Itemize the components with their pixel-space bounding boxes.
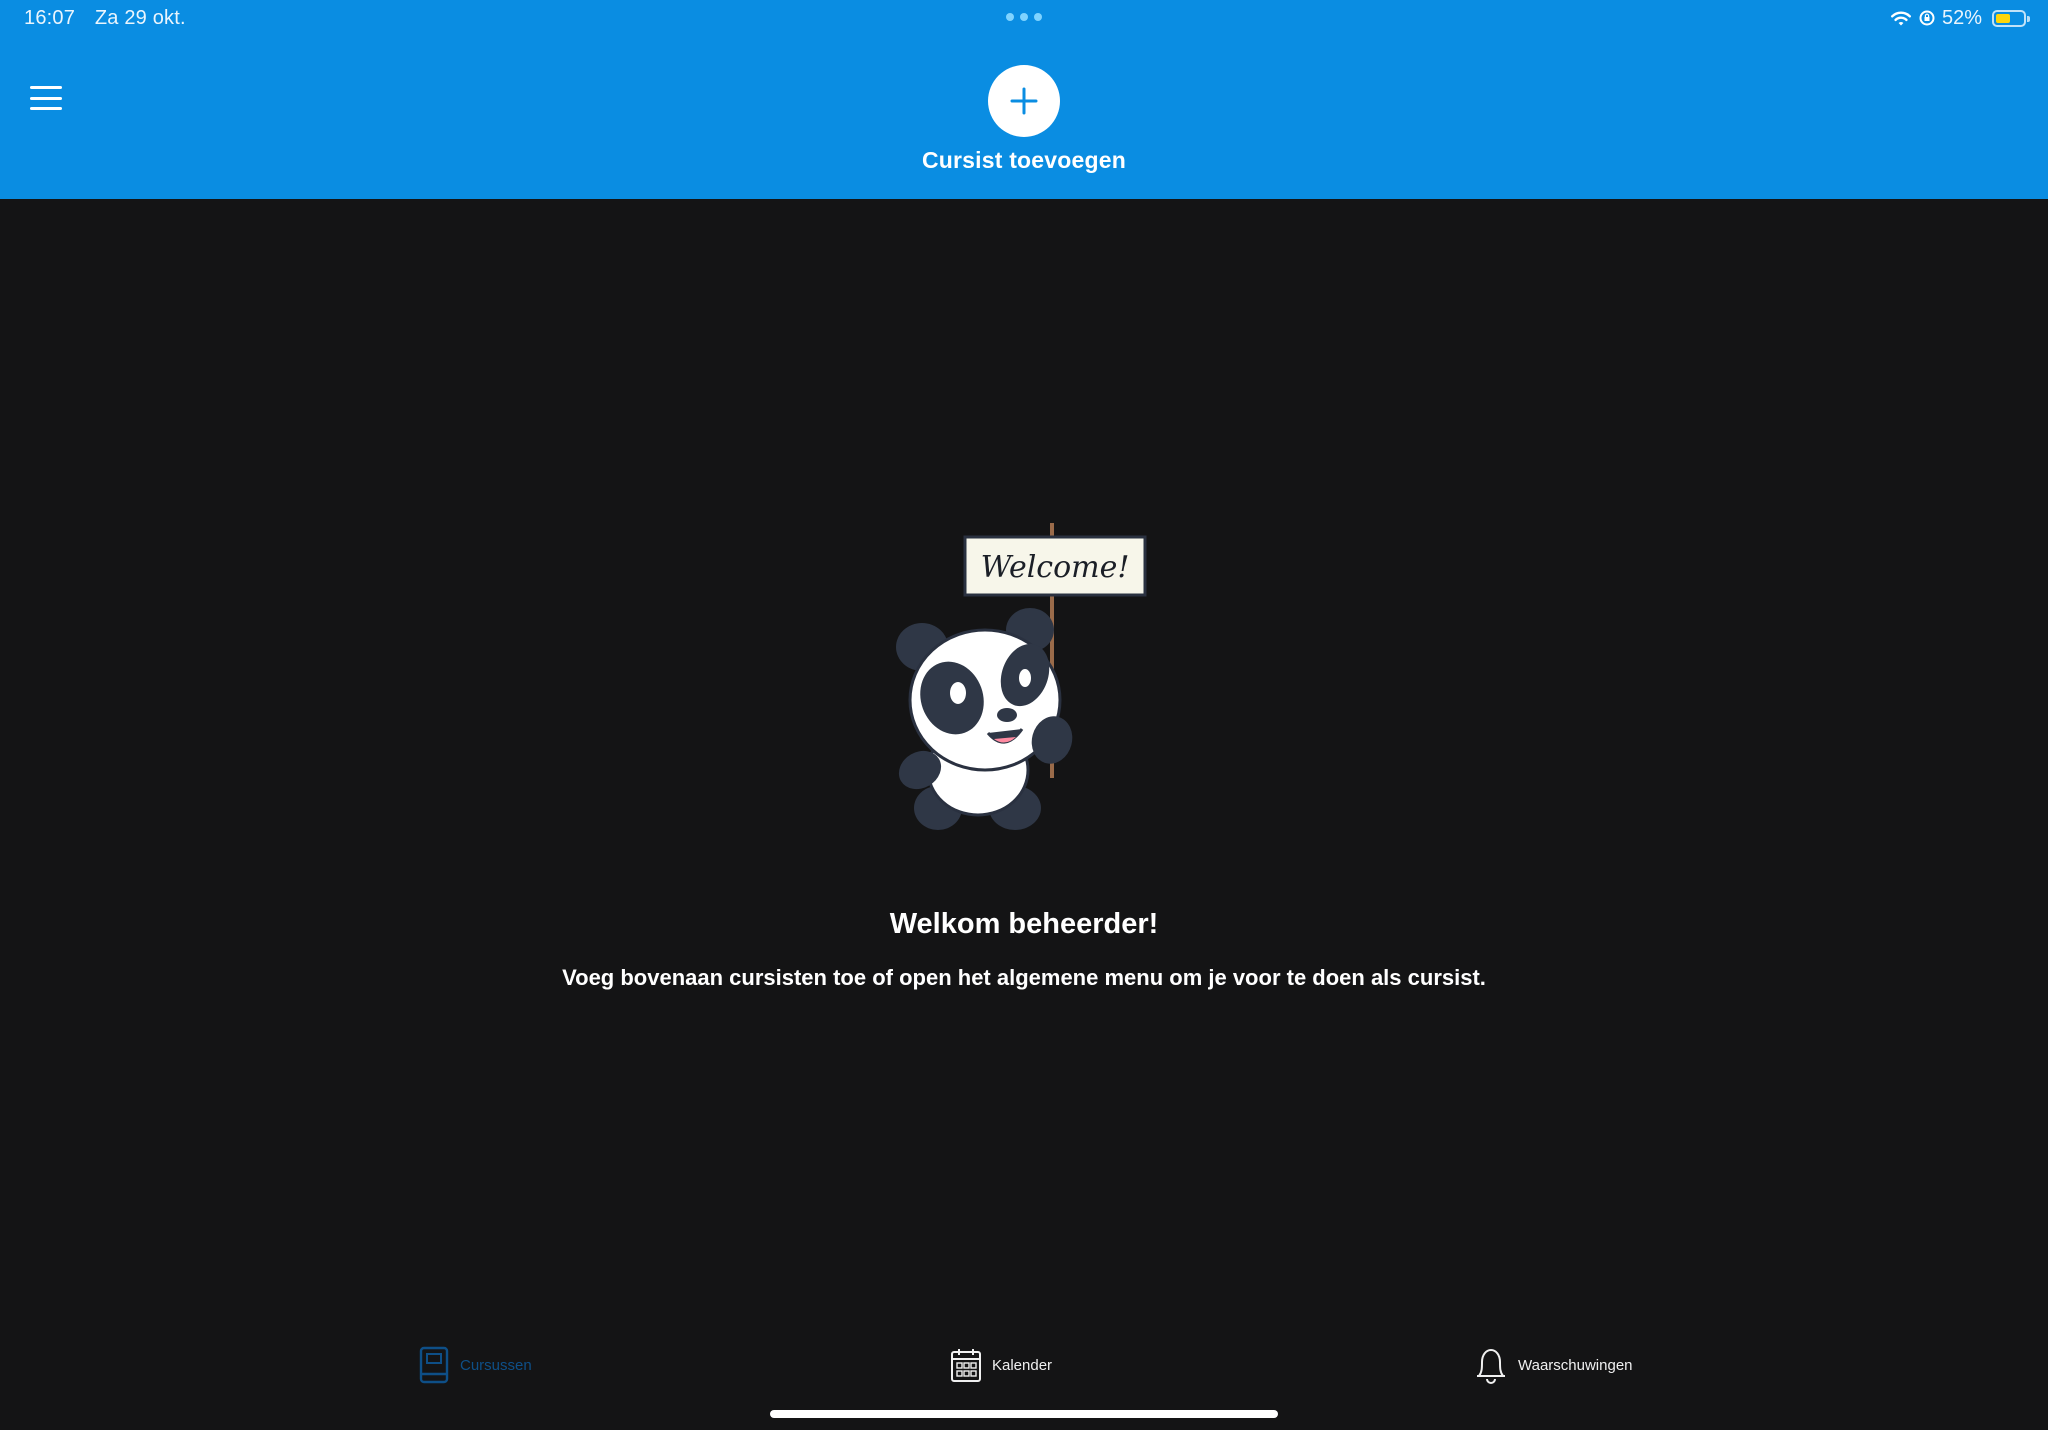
status-time: 16:07 [24,7,76,29]
battery-icon [1992,9,2030,27]
tab-courses-label: Cursussen [460,1356,532,1374]
tab-warnings[interactable]: Waarschuwingen [1474,1345,1633,1385]
status-bar-left: 16:07 Za 29 okt. [24,7,200,30]
panda-welcome-illustration: Welcome! [896,523,1147,830]
app-screen: 16:07 Za 29 okt. 52% Cursist toevoegen W… [0,0,2048,1430]
tab-calendar-label: Kalender [992,1356,1053,1374]
welcome-sign-text: Welcome! [981,550,1130,585]
multitasking-dots-icon[interactable] [1006,13,1042,21]
home-indicator[interactable] [770,1410,1278,1418]
calendar-icon [951,1349,981,1382]
welcome-title: Welkom beheerder! [889,908,1159,940]
welcome-message: Voeg bovenaan cursisten toe of open het … [562,965,1486,990]
add-student-button[interactable] [988,65,1060,137]
tab-calendar[interactable]: Kalender [950,1345,1052,1385]
tab-courses[interactable]: Cursussen [418,1345,532,1385]
tab-warnings-label: Waarschuwingen [1518,1356,1633,1374]
status-bar-right: 52% [1890,6,2030,30]
bell-icon [1477,1349,1505,1384]
book-icon [419,1346,449,1384]
add-student-label[interactable]: Cursist toevoegen [824,147,1224,174]
wifi-icon [1890,11,1911,26]
battery-percentage: 52% [1941,6,1982,29]
plus-icon [1010,87,1038,115]
header-bar: 16:07 Za 29 okt. 52% Cursist toevoegen [0,0,2048,199]
status-date: Za 29 okt. [94,7,186,29]
rotation-lock-icon [1919,10,1935,26]
hamburger-menu-icon[interactable] [26,82,66,114]
